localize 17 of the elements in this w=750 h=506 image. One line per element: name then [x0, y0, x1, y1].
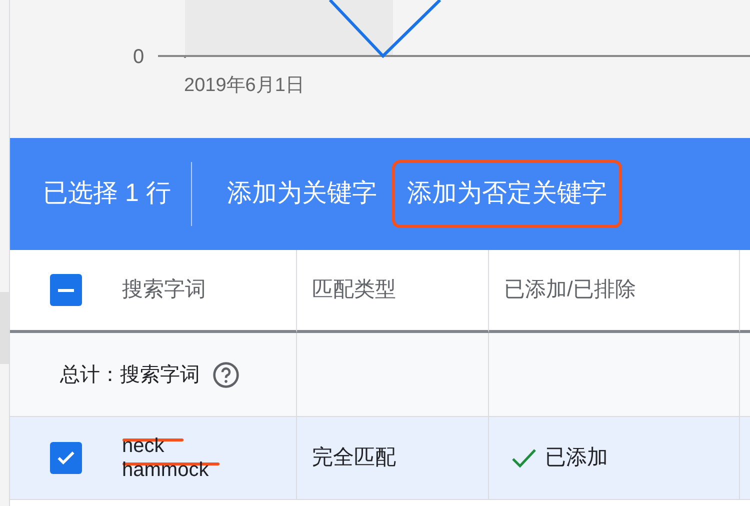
column-header[interactable]: 搜索字词	[122, 274, 206, 306]
checkbox[interactable]	[50, 274, 82, 306]
column-header[interactable]: 已添加/已排除	[504, 274, 636, 306]
axis-label: 2019年6月1日	[184, 74, 304, 98]
table-cell-text: 已添加	[545, 445, 608, 472]
action-button[interactable]: 添加为否定关键字	[392, 160, 622, 228]
column-header[interactable]: 匹配类型	[312, 274, 396, 306]
axis-label: 0	[133, 45, 144, 70]
help-icon[interactable]	[212, 360, 240, 388]
search-term: neck hammock	[122, 434, 210, 482]
minus-icon	[58, 288, 74, 292]
total-label: 总计：搜索字词	[60, 362, 200, 388]
selection-count: 已选择 1 行	[43, 178, 171, 210]
check-icon	[511, 447, 537, 469]
action-button[interactable]: 添加为关键字	[212, 160, 392, 228]
table-cell-text: 完全匹配	[312, 445, 396, 472]
checkbox[interactable]	[50, 442, 82, 474]
